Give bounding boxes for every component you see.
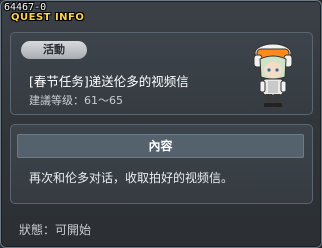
npc-portrait-icon bbox=[253, 43, 293, 107]
quest-name: [春节任务]递送伦多的视频信 bbox=[29, 74, 189, 89]
quest-content-panel: 內容 再次和伦多对话，收取拍好的视频信。 bbox=[10, 124, 313, 204]
quest-info-window: 64467-0 QUEST INFO 活動 [春节任务]递送伦多的视频信 建議等… bbox=[0, 0, 322, 248]
quest-status: 狀態：可開始 bbox=[19, 223, 92, 237]
content-text: 再次和伦多对话，收取拍好的视频信。 bbox=[29, 171, 234, 185]
content-header: 內容 bbox=[17, 134, 304, 158]
quest-summary-panel: 活動 [春节任务]递送伦多的视频信 建議等级：61～65 bbox=[10, 32, 313, 115]
quest-level: 建議等级：61～65 bbox=[29, 94, 123, 107]
quest-type-badge: 活動 bbox=[21, 41, 87, 59]
window-title: QUEST INFO bbox=[11, 12, 85, 23]
